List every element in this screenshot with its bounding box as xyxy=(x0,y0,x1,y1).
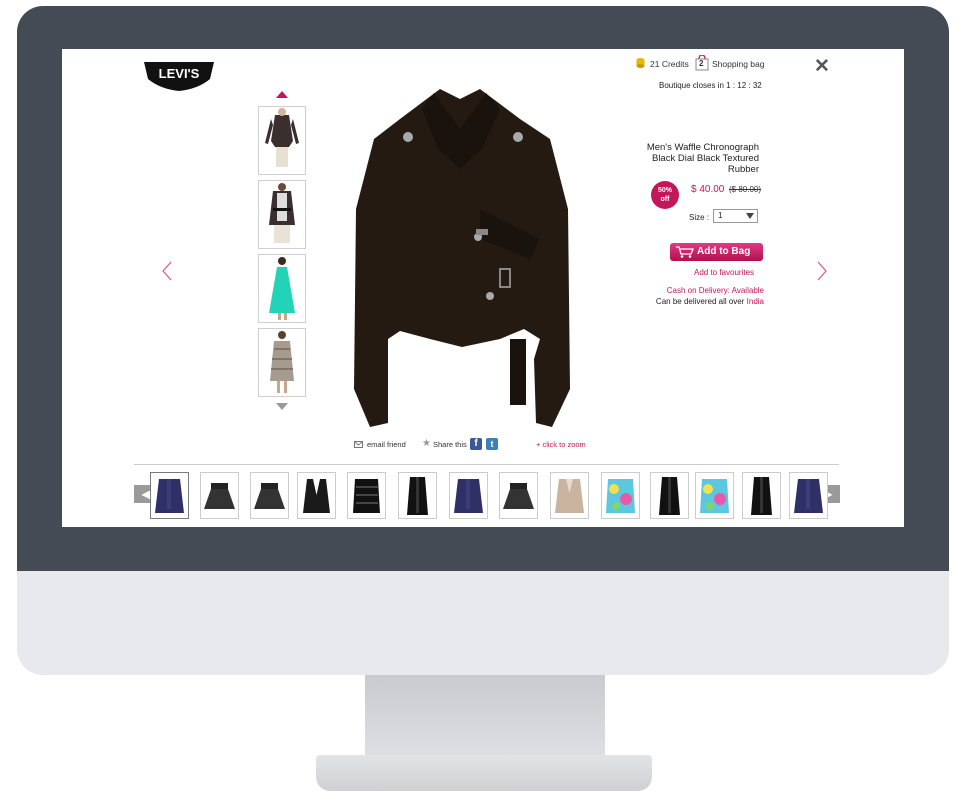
bag-count: 2 xyxy=(699,59,704,68)
carousel-thumb-navy-cardigan[interactable] xyxy=(789,472,828,519)
monitor-chin xyxy=(17,571,949,675)
levis-logo[interactable]: LEVI'S xyxy=(142,59,216,93)
product-title: Men's Waffle Chronograph Black Dial Blac… xyxy=(646,142,759,175)
add-to-bag-button[interactable]: Add to Bag xyxy=(670,243,763,261)
divider xyxy=(134,464,839,465)
size-label: Size : xyxy=(689,213,710,222)
thumbs-down-arrow[interactable] xyxy=(276,403,288,410)
product-main-image[interactable] xyxy=(330,89,592,434)
carousel-thumb-black-skirt[interactable] xyxy=(200,472,239,519)
carousel-thumb-navy-cardigan[interactable] xyxy=(449,472,488,519)
credits-label[interactable]: 21 Credits xyxy=(650,59,689,69)
carousel-thumb-black-vest[interactable] xyxy=(742,472,781,519)
share-label: Share this xyxy=(433,440,467,449)
carousel-thumb-black-skirt[interactable] xyxy=(250,472,289,519)
discount-percent: 50% xyxy=(657,187,672,194)
coin-icon xyxy=(636,58,645,68)
email-icon[interactable] xyxy=(354,441,363,448)
size-value: 1 xyxy=(718,211,723,220)
thumbnail-fur-dress[interactable] xyxy=(258,328,306,397)
next-product-arrow[interactable] xyxy=(817,261,827,281)
discount-off: off xyxy=(660,196,670,203)
carousel-thumb-print-skirt[interactable] xyxy=(695,472,734,519)
twitter-icon[interactable]: t xyxy=(486,438,498,450)
monitor-stand-neck xyxy=(365,675,605,755)
carousel-thumb-black-vest[interactable] xyxy=(398,472,437,519)
carousel-thumb-black-blazer[interactable] xyxy=(297,472,336,519)
facebook-icon[interactable]: f xyxy=(470,438,482,450)
original-price: ($ 80.00) xyxy=(729,185,762,194)
cart-icon xyxy=(676,246,694,258)
shopping-bag-label[interactable]: Shopping bag xyxy=(712,59,764,69)
delivery-info: Can be delivered all over India xyxy=(654,297,764,306)
chevron-down-icon xyxy=(746,213,754,219)
carousel-thumb-black-fur-jacket[interactable] xyxy=(347,472,386,519)
size-select[interactable]: 1 xyxy=(713,209,758,223)
carousel-thumb-black-skirt[interactable] xyxy=(499,472,538,519)
close-icon[interactable]: ✕ xyxy=(814,55,830,78)
thumbnail-blazer-belted[interactable] xyxy=(258,180,306,249)
carousel-thumb-beige-jacket[interactable] xyxy=(550,472,589,519)
carousel-thumb-print-skirt[interactable] xyxy=(601,472,640,519)
prev-product-arrow[interactable] xyxy=(162,261,172,281)
thumbs-up-arrow[interactable] xyxy=(276,91,288,98)
click-to-zoom-link[interactable]: + click to zoom xyxy=(536,440,586,449)
star-icon: ★ xyxy=(422,438,431,449)
add-to-favourites-link[interactable]: Add to favourites xyxy=(694,268,754,277)
carousel-thumb-navy-cardigan[interactable] xyxy=(150,472,189,519)
sale-price: $ 40.00 xyxy=(691,184,725,195)
add-to-bag-label: Add to Bag xyxy=(697,246,751,257)
thumbnail-teal-dress[interactable] xyxy=(258,254,306,323)
carousel-thumb-black-vest[interactable] xyxy=(650,472,689,519)
delivery-prefix: Can be delivered all over xyxy=(655,297,747,306)
discount-badge: 50% off xyxy=(651,181,679,209)
delivery-location: India xyxy=(746,297,764,306)
monitor-stand-base xyxy=(316,755,652,791)
svg-text:LEVI'S: LEVI'S xyxy=(159,66,200,81)
thumbnail-blazer[interactable] xyxy=(258,106,306,175)
screen: LEVI'S 21 Credits 2 Shopping bag ✕ Bouti… xyxy=(62,49,904,527)
boutique-timer: Boutique closes in 1 : 12 : 32 xyxy=(659,81,762,90)
email-friend-link[interactable]: email friend xyxy=(367,440,406,449)
cod-availability: Cash on Delivery: Available xyxy=(666,286,764,295)
